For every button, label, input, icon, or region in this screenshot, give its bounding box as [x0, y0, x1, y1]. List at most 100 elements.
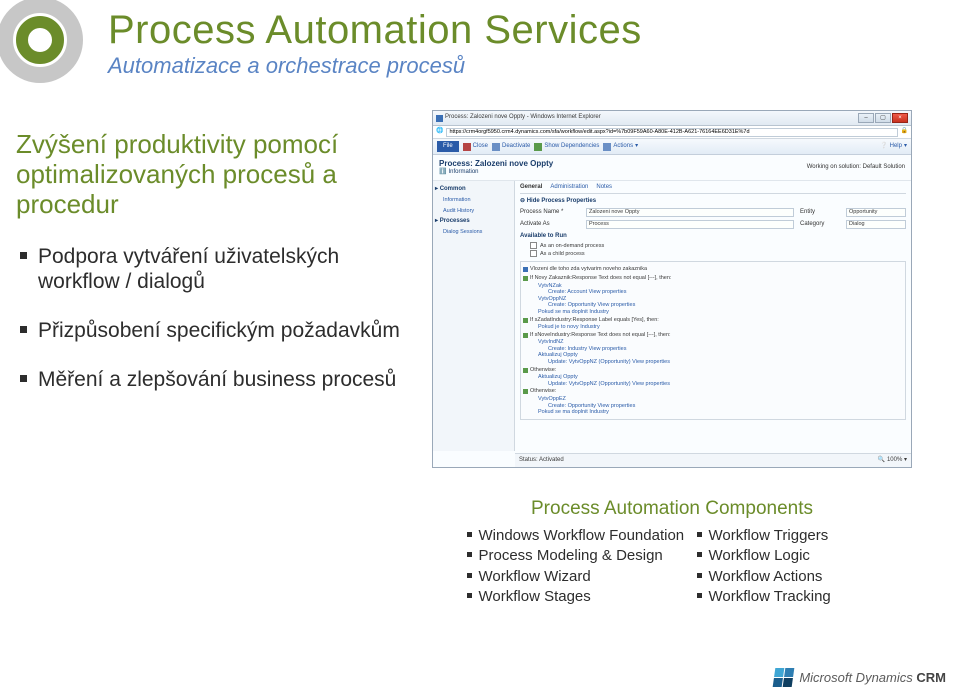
left-bullet: Podpora vytváření uživatelských workflow… [16, 244, 411, 294]
tab-administration[interactable]: Administration [550, 184, 588, 191]
corner-logo [0, 0, 85, 85]
category-label: Category [800, 221, 840, 228]
status-text: Status: Activated [519, 457, 564, 464]
workflow-step[interactable]: VytvIndNZ [523, 339, 903, 346]
tab-general[interactable]: General [520, 184, 542, 191]
window-titlebar: Process: Zalozeni nove Oppty - Windows I… [433, 111, 911, 126]
components-section: Process Automation Components Windows Wo… [432, 498, 912, 607]
dependencies-icon [534, 143, 542, 151]
actions-dropdown[interactable]: Actions ▾ [603, 143, 638, 151]
activate-as-label: Activate As [520, 221, 580, 228]
close-icon [463, 143, 471, 151]
component-item: Workflow Triggers [695, 526, 880, 546]
ribbon-toolbar: File Close Deactivate Show Dependencies … [433, 139, 911, 155]
deactivate-icon [492, 143, 500, 151]
dynamics-icon [773, 668, 795, 687]
globe-icon: 🌐 [436, 128, 443, 135]
status-bar: Status: Activated 🔍 100% ▾ [515, 453, 911, 467]
workflow-step[interactable]: VytvNZak [523, 283, 903, 290]
help-icon: ❔ [880, 143, 887, 150]
left-column: Zvýšení produktivity pomocí optimalizova… [16, 130, 411, 416]
components-title: Process Automation Components [432, 498, 912, 520]
workflow-step[interactable]: If sZadatIndustry:Response Label equals … [523, 316, 903, 325]
components-col-right: Workflow Triggers Workflow Logic Workflo… [695, 526, 880, 607]
available-to-run-title: Available to Run [520, 233, 906, 240]
left-bullet: Měření a zlepšování business procesů [16, 367, 411, 392]
file-tab[interactable]: File [437, 141, 459, 152]
maximize-button[interactable]: ▢ [875, 113, 891, 123]
left-sidebar: ▸ Common Information Audit History ▸ Pro… [433, 181, 515, 451]
page-subtitle: Automatizace a orchestrace procesů [108, 53, 642, 79]
left-bullet: Přizpůsobení specifickým požadavkům [16, 318, 411, 343]
process-name-label: Process Name * [520, 209, 580, 216]
minimize-button[interactable]: – [858, 113, 874, 123]
address-bar: 🌐 🔒 [433, 126, 911, 139]
workflow-step[interactable]: Pokud se ma doplnit Industry [523, 409, 903, 416]
child-label: As a child process [540, 251, 585, 258]
workflow-steps: Vlozeni dle toho zda vytvarim noveho zak… [520, 261, 906, 419]
workflow-step[interactable]: Vlozeni dle toho zda vytvarim noveho zak… [523, 265, 903, 274]
record-subtitle: Information [448, 169, 478, 176]
main-area: General Administration Notes ⊖ Hide Proc… [515, 181, 911, 451]
workflow-step[interactable]: VytvOppNZ [523, 296, 903, 303]
workflow-step[interactable]: Update: VytvOppNZ (Opportunity) View pro… [523, 359, 903, 366]
workflow-step[interactable]: Otherwise: [523, 387, 903, 396]
workflow-step[interactable]: Create: Opportunity View properties [523, 302, 903, 309]
activate-as-input[interactable]: Process [586, 220, 794, 229]
sidebar-item-information[interactable]: Information [435, 195, 512, 206]
zoom-level[interactable]: 🔍 100% ▾ [878, 457, 907, 464]
record-header: Process: Zalozeni nove Oppty ℹ️Informati… [433, 155, 911, 181]
window-title-text: Process: Zalozeni nove Oppty - Windows I… [445, 114, 601, 121]
sidebar-item-audit-history[interactable]: Audit History [435, 206, 512, 217]
tab-notes[interactable]: Notes [596, 184, 612, 191]
workflow-step[interactable]: If sNoveIndustry:Response Text does not … [523, 331, 903, 340]
workflow-step[interactable]: Pokud se ma doplnit Industry [523, 309, 903, 316]
workflow-step[interactable]: Create: Industry View properties [523, 346, 903, 353]
component-item: Process Modeling & Design [465, 546, 695, 566]
entity-input[interactable]: Opportunity [846, 208, 906, 217]
deactivate-action[interactable]: Deactivate [492, 143, 530, 151]
page-title: Process Automation Services [108, 8, 642, 53]
component-item: Workflow Stages [465, 587, 695, 607]
url-input[interactable] [446, 128, 897, 137]
component-item: Windows Workflow Foundation [465, 526, 695, 546]
ring-inner [16, 16, 64, 64]
left-bullets: Podpora vytváření uživatelských workflow… [16, 244, 411, 393]
show-dependencies-action[interactable]: Show Dependencies [534, 143, 599, 151]
title-block: Process Automation Services Automatizace… [108, 8, 642, 79]
child-checkbox[interactable] [530, 250, 537, 257]
workflow-step[interactable]: Aktualizuj Oppty [523, 374, 903, 381]
working-on-solution: Working on solution: Default Solution [807, 164, 905, 171]
close-button[interactable]: × [892, 113, 908, 123]
workflow-step[interactable]: Pokud je to novy Industry [523, 324, 903, 331]
component-item: Workflow Logic [695, 546, 880, 566]
info-icon: ℹ️ [439, 169, 446, 176]
crm-screenshot: Process: Zalozeni nove Oppty - Windows I… [432, 110, 912, 468]
ondemand-checkbox[interactable] [530, 242, 537, 249]
lock-icon: 🔒 [901, 128, 908, 135]
sidebar-group-processes: ▸ Processes [435, 216, 512, 227]
help-action[interactable]: ❔Help ▾ [880, 143, 907, 150]
workflow-step[interactable]: If Novy Zakaznik:Response Text does not … [523, 274, 903, 283]
workflow-step[interactable]: Aktualizuj Oppty [523, 352, 903, 359]
workflow-step[interactable]: Update: VytvOppNZ (Opportunity) View pro… [523, 381, 903, 388]
workflow-step[interactable]: Create: Account View properties [523, 289, 903, 296]
sidebar-item-dialog-sessions[interactable]: Dialog Sessions [435, 227, 512, 238]
left-heading: Zvýšení produktivity pomocí optimalizova… [16, 130, 411, 220]
main-tabs: General Administration Notes [520, 184, 906, 194]
category-input[interactable]: Dialog [846, 220, 906, 229]
ondemand-label: As an on-demand process [540, 243, 604, 250]
dynamics-crm-logo: Microsoft Dynamics CRM [774, 668, 946, 687]
app-icon [436, 115, 443, 122]
sidebar-group-common: ▸ Common [435, 184, 512, 195]
close-action[interactable]: Close [463, 143, 488, 151]
component-item: Workflow Actions [695, 567, 880, 587]
hide-properties-toggle[interactable]: ⊖ Hide Process Properties [520, 198, 906, 205]
dynamics-brand-text: Microsoft Dynamics CRM [799, 670, 946, 685]
record-breadcrumb: Process: Zalozeni nove Oppty [439, 159, 553, 169]
workflow-step[interactable]: Create: Opportunity View properties [523, 403, 903, 410]
workflow-step[interactable]: Otherwise: [523, 366, 903, 375]
process-name-input[interactable]: Zalozeni nove Oppty [586, 208, 794, 217]
workflow-step[interactable]: VytvOppEZ [523, 396, 903, 403]
entity-label: Entity [800, 209, 840, 216]
